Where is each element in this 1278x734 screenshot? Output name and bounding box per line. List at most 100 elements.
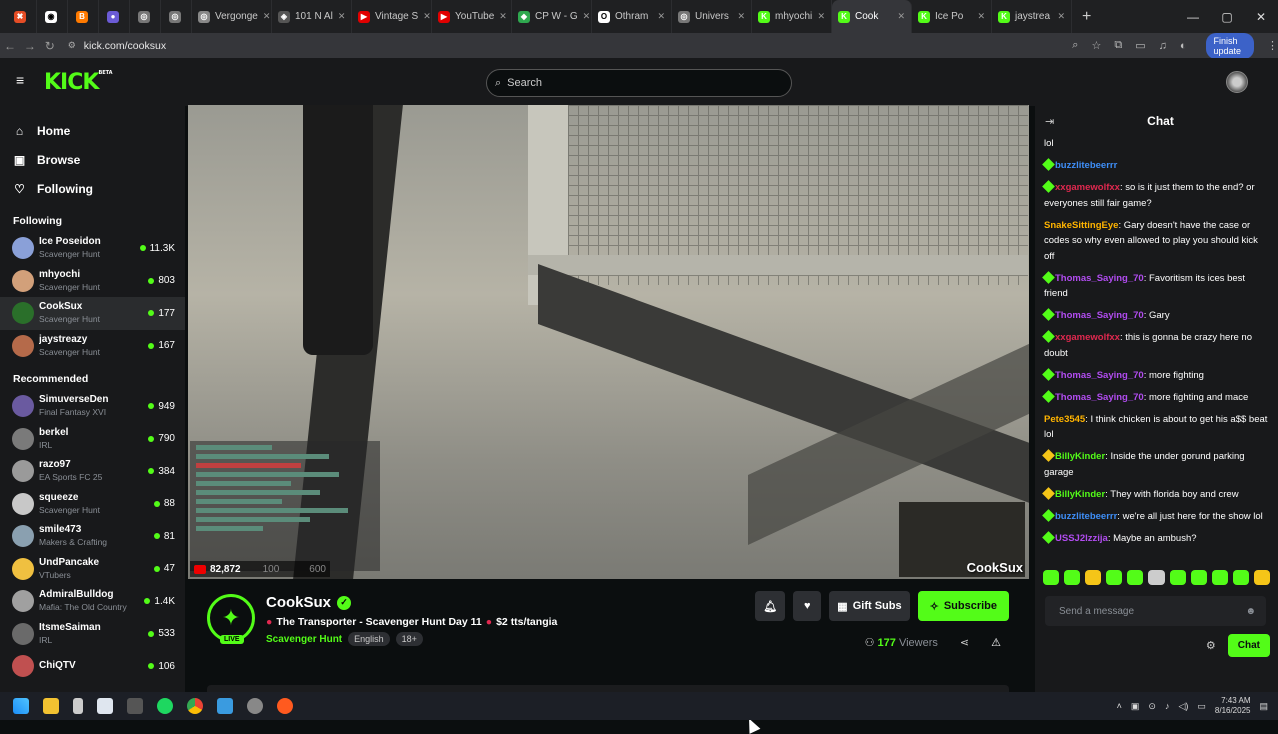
emoji-icon[interactable]: ☻ (1245, 606, 1256, 617)
zoom-icon[interactable]: ⌕ (1072, 39, 1078, 52)
emote-icon[interactable] (1148, 569, 1165, 585)
sidebar-channel[interactable]: ChiQTV 106 (0, 650, 185, 683)
tab-close-icon[interactable]: ✕ (423, 11, 431, 22)
mic-icon[interactable]: ♪ (1165, 701, 1170, 711)
tab-close-icon[interactable]: ✕ (338, 11, 346, 22)
chat-username[interactable]: BillyKinder (1055, 451, 1105, 462)
browser-tab[interactable]: ✖ (6, 0, 37, 33)
chat-username[interactable]: Pete3545 (1044, 414, 1085, 425)
sidebar-item-browse[interactable]: ▣ Browse (13, 145, 185, 174)
tab-close-icon[interactable]: ✕ (897, 11, 905, 22)
chat-username[interactable]: buzzlitebeerrr (1055, 511, 1117, 522)
sidebar-item-home[interactable]: ⌂ Home (13, 116, 185, 145)
sidebar-channel[interactable]: UndPancake VTubers 47 (0, 553, 185, 586)
browser-tab[interactable]: ◎ (161, 0, 192, 33)
tab-close-icon[interactable]: ✕ (1057, 11, 1065, 22)
chat-settings-icon[interactable]: ⚙ (1206, 639, 1216, 652)
app-icon[interactable] (73, 698, 83, 714)
sidebar-channel[interactable]: berkel IRL 790 (0, 423, 185, 456)
sidebar-channel[interactable]: CookSux Scavenger Hunt 177 (0, 297, 185, 330)
browser-tab[interactable]: ◉ (37, 0, 68, 33)
extensions-icon[interactable]: ⧉ (1114, 39, 1122, 52)
browser-tab[interactable]: ▶ YouTube ✕ (432, 0, 512, 33)
finish-update-button[interactable]: Finish update (1205, 32, 1254, 59)
emote-icon[interactable] (1232, 569, 1249, 585)
app-icon[interactable] (217, 698, 233, 714)
tab-close-icon[interactable]: ✕ (263, 11, 271, 22)
volume-icon[interactable]: ◁) (1178, 701, 1188, 712)
site-info-icon[interactable]: ⚙ (68, 40, 76, 51)
chat-username[interactable]: Thomas_Saying_70 (1055, 392, 1144, 403)
notification-icon[interactable]: ▤ (1259, 701, 1268, 712)
sidebar-channel[interactable]: squeeze Scavenger Hunt 88 (0, 488, 185, 521)
browser-tab[interactable]: Kjaystrea ✕ (992, 0, 1072, 33)
browser-tab[interactable]: O Othram ✕ (592, 0, 672, 33)
video-player[interactable]: 82,872 100 600 CookSux (188, 105, 1029, 579)
browser-tab[interactable]: B (68, 0, 99, 33)
chat-username[interactable]: USSJ2lzzija (1055, 533, 1108, 544)
tab-close-icon[interactable]: ✕ (499, 11, 507, 22)
menu-icon[interactable]: ≡ (16, 73, 29, 87)
emote-icon[interactable] (1190, 569, 1207, 585)
tab-close-icon[interactable]: ✕ (817, 11, 825, 22)
report-icon[interactable]: ⚠ (991, 636, 1001, 649)
follow-button[interactable]: ♥ (793, 591, 822, 621)
tab-close-icon[interactable]: ✕ (657, 11, 665, 22)
tab-close-icon[interactable]: ✕ (737, 11, 745, 22)
close-window-button[interactable]: ✕ (1244, 10, 1278, 24)
emote-icon[interactable] (1043, 569, 1060, 585)
emote-icon[interactable] (1064, 569, 1081, 585)
chat-username[interactable]: xxgamewolfxx (1055, 332, 1120, 343)
browser-tab[interactable]: ◆ CP W - G ✕ (512, 0, 592, 33)
chat-username[interactable]: BillyKinder (1055, 489, 1105, 500)
app-icon[interactable] (247, 698, 263, 714)
network-icon[interactable]: ⊙ (1148, 701, 1156, 712)
emote-icon[interactable] (1169, 569, 1186, 585)
profile-icon[interactable]: ◐ (1180, 40, 1187, 52)
sidebar-channel[interactable]: SimuverseDen Final Fantasy XVI 949 (0, 390, 185, 423)
chat-username[interactable]: Thomas_Saying_70 (1055, 370, 1144, 381)
sidebar-channel[interactable]: smile473 Makers & Crafting 81 (0, 520, 185, 553)
browser-tab[interactable]: ▶ Vintage S ✕ (352, 0, 432, 33)
tab-close-icon[interactable]: ✕ (583, 11, 591, 22)
minimize-button[interactable]: — (1176, 10, 1210, 24)
user-avatar[interactable] (1226, 71, 1248, 93)
emote-icon[interactable] (1106, 569, 1123, 585)
chrome-icon[interactable] (187, 698, 203, 714)
chevron-up-icon[interactable]: ˄ (1117, 701, 1122, 711)
sidebar-channel[interactable]: AdmiralBulldog Mafia: The Old Country 1.4K (0, 585, 185, 618)
app-icon[interactable] (277, 698, 293, 714)
chat-username[interactable]: xxgamewolfxx (1055, 182, 1120, 193)
browser-tab[interactable]: ◎ (130, 0, 161, 33)
browser-tab[interactable]: ◎ Vergonge ✕ (192, 0, 272, 33)
tag-mature[interactable]: 18+ (395, 632, 423, 646)
browser-tab[interactable]: ● (99, 0, 130, 33)
tray-app-icon[interactable]: ▣ (1131, 701, 1140, 712)
file-explorer-icon[interactable] (43, 698, 59, 714)
browser-menu-icon[interactable]: ⋮ (1267, 39, 1278, 52)
maximize-button[interactable]: ▢ (1210, 10, 1244, 24)
sidebar-channel[interactable]: ItsmeSaiman IRL 533 (0, 618, 185, 651)
tag-language[interactable]: English (348, 632, 390, 646)
emote-icon[interactable] (1085, 569, 1102, 585)
bookmark-star-icon[interactable]: ☆ (1091, 39, 1101, 52)
tab-close-icon[interactable]: ✕ (977, 11, 985, 22)
gift-subs-button[interactable]: ▦ Gift Subs (829, 591, 910, 621)
reload-icon[interactable]: ↻ (40, 39, 60, 53)
sidebar-channel[interactable]: razo97 EA Sports FC 25 384 (0, 455, 185, 488)
share-icon[interactable]: ⋖ (960, 636, 969, 649)
sidebar-channel[interactable]: mhyochi Scavenger Hunt 803 (0, 265, 185, 298)
chat-username[interactable]: Thomas_Saying_70 (1055, 273, 1144, 284)
streamer-name[interactable]: CookSux (266, 594, 331, 611)
search-input[interactable]: ⌕ Search (486, 69, 792, 97)
emote-icon[interactable] (1127, 569, 1144, 585)
chat-input[interactable]: Send a message ☻ (1045, 596, 1266, 626)
chat-username[interactable]: Thomas_Saying_70 (1055, 310, 1144, 321)
battery-icon[interactable]: ▭ (1197, 701, 1206, 712)
chat-username[interactable]: buzzlitebeerrr (1055, 160, 1117, 171)
notepad-icon[interactable] (97, 698, 113, 714)
new-tab-icon[interactable]: + (1082, 8, 1091, 26)
windows-start-icon[interactable] (13, 698, 29, 714)
spotify-icon[interactable] (157, 698, 173, 714)
clock[interactable]: 7:43 AM 8/16/2025 (1215, 696, 1251, 716)
